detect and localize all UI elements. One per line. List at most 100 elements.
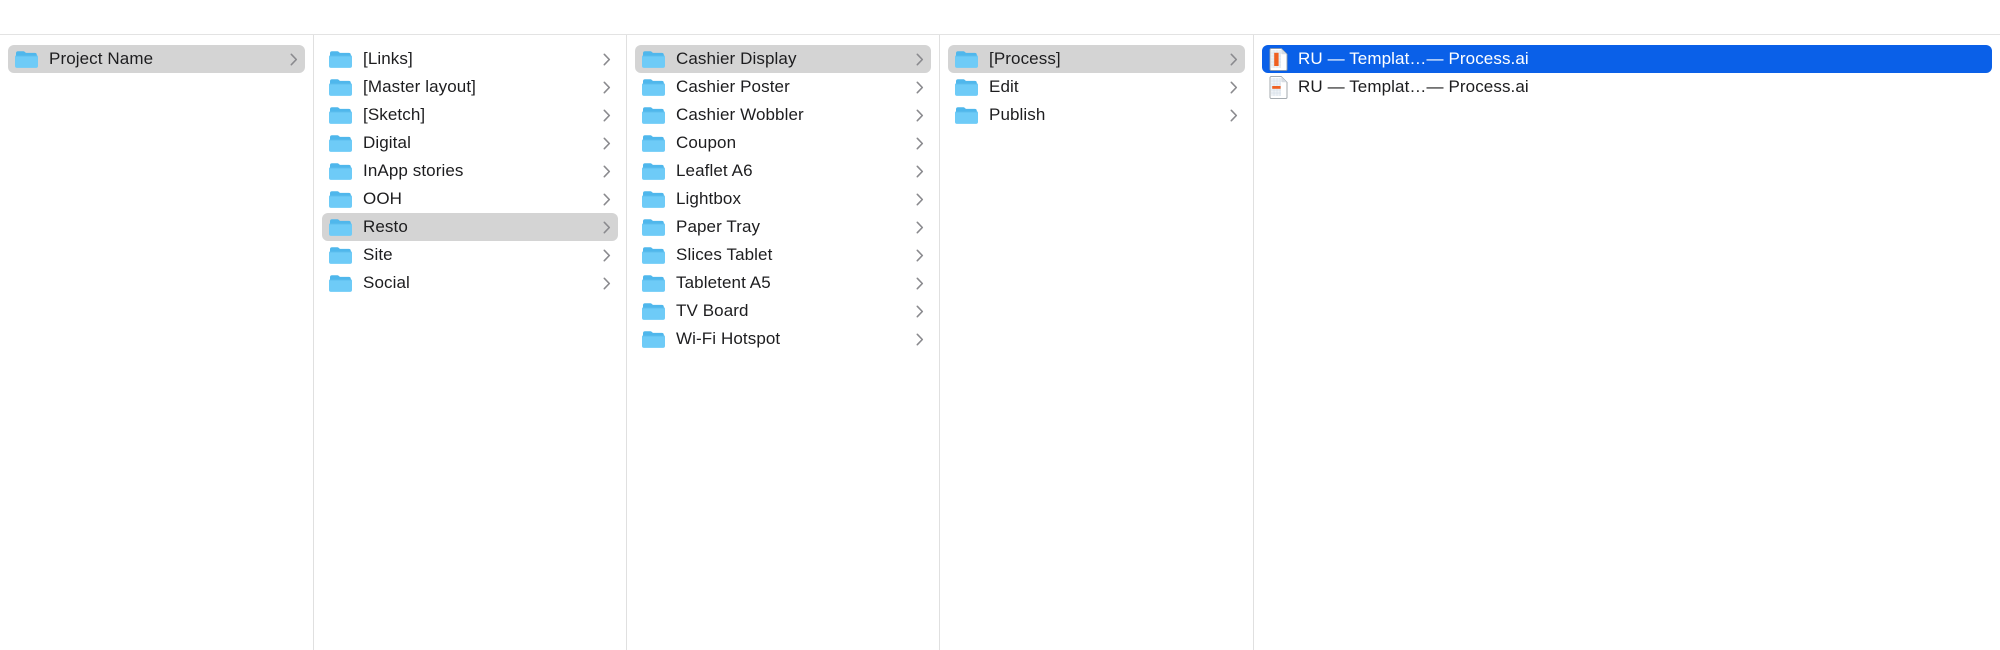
item-label: RU — Templat…— Process.ai — [1298, 49, 1529, 68]
item-label: Cashier Display — [676, 49, 797, 68]
folder-icon — [642, 330, 665, 349]
folder-row[interactable]: Cashier Poster — [635, 73, 931, 101]
folder-icon — [642, 190, 665, 209]
item-label: [Sketch] — [363, 105, 426, 124]
folder-icon — [642, 50, 665, 69]
folder-row[interactable]: Social — [322, 269, 618, 297]
folder-row[interactable]: Publish — [948, 101, 1245, 129]
item-label: Site — [363, 245, 393, 264]
folder-icon — [329, 274, 352, 293]
item-label: Social — [363, 273, 410, 292]
folder-icon — [329, 50, 352, 69]
folder-row[interactable]: Coupon — [635, 129, 931, 157]
item-label: Resto — [363, 217, 408, 236]
item-label: Cashier Poster — [676, 77, 790, 96]
folder-icon — [642, 134, 665, 153]
item-label: InApp stories — [363, 161, 464, 180]
folder-row[interactable]: [Sketch] — [322, 101, 618, 129]
folder-icon — [329, 134, 352, 153]
folder-row[interactable]: Digital — [322, 129, 618, 157]
item-label: Slices Tablet — [676, 245, 773, 264]
chevron-right-icon — [915, 191, 925, 207]
folder-icon — [642, 162, 665, 181]
folder-icon — [642, 274, 665, 293]
chevron-right-icon — [602, 51, 612, 67]
folder-row[interactable]: Paper Tray — [635, 213, 931, 241]
folder-row[interactable]: Slices Tablet — [635, 241, 931, 269]
file-row[interactable]: RU — Templat…— Process.ai — [1262, 45, 1992, 73]
column-browser: Project Name [Links] [Master layout] [Sketc… — [0, 35, 2000, 650]
folder-row[interactable]: Cashier Display — [635, 45, 931, 73]
folder-icon — [329, 246, 352, 265]
folder-row[interactable]: Lightbox — [635, 185, 931, 213]
folder-row[interactable]: Wi-Fi Hotspot — [635, 325, 931, 353]
folder-row[interactable]: OOH — [322, 185, 618, 213]
chevron-right-icon — [1229, 79, 1239, 95]
folder-row[interactable]: InApp stories — [322, 157, 618, 185]
chevron-right-icon — [915, 331, 925, 347]
folder-icon — [642, 106, 665, 125]
illustrator-alias-file-icon — [1269, 75, 1288, 99]
chevron-right-icon — [289, 51, 299, 67]
chevron-right-icon — [602, 79, 612, 95]
chevron-right-icon — [915, 51, 925, 67]
item-label: Cashier Wobbler — [676, 105, 804, 124]
folder-row[interactable]: Resto — [322, 213, 618, 241]
illustrator-file-icon — [1269, 47, 1288, 71]
folder-row[interactable]: Edit — [948, 73, 1245, 101]
chevron-right-icon — [1229, 51, 1239, 67]
folder-row[interactable]: [Links] — [322, 45, 618, 73]
column-1: Project Name — [0, 35, 314, 650]
item-label: Lightbox — [676, 189, 742, 208]
folder-icon — [642, 246, 665, 265]
folder-icon — [955, 50, 978, 69]
chevron-right-icon — [915, 247, 925, 263]
chevron-right-icon — [602, 275, 612, 291]
folder-icon — [642, 78, 665, 97]
folder-icon — [642, 302, 665, 321]
column-2: [Links] [Master layout] [Sketch] Digital InA… — [314, 35, 627, 650]
item-label: [Links] — [363, 49, 413, 68]
item-label: Digital — [363, 133, 411, 152]
folder-row[interactable]: [Process] — [948, 45, 1245, 73]
item-label: Paper Tray — [676, 217, 761, 236]
chevron-right-icon — [915, 163, 925, 179]
item-label: Leaflet A6 — [676, 161, 753, 180]
chevron-right-icon — [915, 303, 925, 319]
folder-row[interactable]: Tabletent A5 — [635, 269, 931, 297]
chevron-right-icon — [602, 107, 612, 123]
folder-row[interactable]: Cashier Wobbler — [635, 101, 931, 129]
window-toolbar — [0, 0, 2000, 35]
file-row[interactable]: RU — Templat…— Process.ai — [1262, 73, 1992, 101]
folder-icon — [329, 218, 352, 237]
item-label: TV Board — [676, 301, 749, 320]
column-5: RU — Templat…— Process.ai RU — Templat…— … — [1254, 35, 2000, 650]
chevron-right-icon — [602, 135, 612, 151]
folder-icon — [15, 50, 38, 69]
folder-icon — [955, 106, 978, 125]
chevron-right-icon — [915, 79, 925, 95]
item-label: Tabletent A5 — [676, 273, 771, 292]
chevron-right-icon — [602, 163, 612, 179]
folder-icon — [642, 218, 665, 237]
folder-icon — [329, 162, 352, 181]
column-3: Cashier Display Cashier Poster Cashier Wob… — [627, 35, 940, 650]
folder-row[interactable]: Project Name — [8, 45, 305, 73]
item-label: Publish — [989, 105, 1046, 124]
folder-icon — [329, 190, 352, 209]
folder-icon — [329, 78, 352, 97]
item-label: Edit — [989, 77, 1019, 96]
folder-row[interactable]: TV Board — [635, 297, 931, 325]
item-label: Wi-Fi Hotspot — [676, 329, 781, 348]
folder-row[interactable]: Site — [322, 241, 618, 269]
folder-row[interactable]: [Master layout] — [322, 73, 618, 101]
item-label: Coupon — [676, 133, 737, 152]
chevron-right-icon — [602, 191, 612, 207]
folder-row[interactable]: Leaflet A6 — [635, 157, 931, 185]
column-4: [Process] Edit Publish — [940, 35, 1254, 650]
chevron-right-icon — [915, 275, 925, 291]
item-label: RU — Templat…— Process.ai — [1298, 77, 1529, 96]
finder-window: Project Name [Links] [Master layout] [Sketc… — [0, 0, 2000, 650]
folder-icon — [955, 78, 978, 97]
folder-icon — [329, 106, 352, 125]
